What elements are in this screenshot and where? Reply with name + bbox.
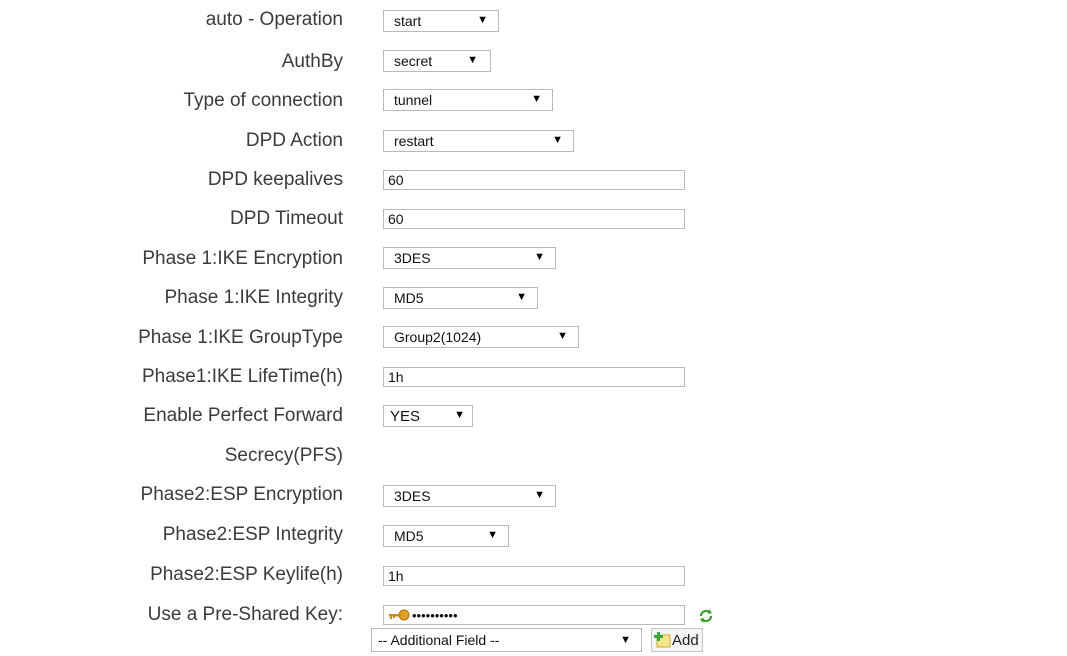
connection-type-value: tunnel (394, 92, 433, 108)
dpd-keepalives-label: DPD keepalives (207, 169, 343, 190)
p2-integrity-value: MD5 (394, 528, 424, 544)
chevron-down-icon: ▼ (516, 291, 527, 303)
dpd-action-select[interactable]: restart ▼ (383, 130, 574, 152)
p1-encryption-select[interactable]: 3DES ▼ (383, 247, 556, 269)
additional-field-select[interactable]: -- Additional Field -- ▼ (371, 628, 642, 652)
psk-input[interactable]: •••••••••• (383, 605, 685, 625)
p1-lifetime-label: Phase1:IKE LifeTime(h) (142, 366, 343, 387)
chevron-down-icon: ▼ (531, 93, 542, 105)
chevron-down-icon: ▼ (620, 634, 631, 646)
chevron-down-icon: ▼ (477, 14, 488, 26)
auto-operation-select[interactable]: start ▼ (383, 10, 499, 32)
auto-operation-value: start (394, 13, 422, 29)
pfs-value: YES (390, 407, 421, 425)
p2-encryption-select[interactable]: 3DES ▼ (383, 485, 556, 507)
p1-grouptype-select[interactable]: Group2(1024) ▼ (383, 326, 579, 348)
p1-grouptype-value: Group2(1024) (394, 329, 482, 345)
add-button-label: Add (672, 631, 699, 649)
p1-integrity-value: MD5 (394, 290, 424, 306)
p2-encryption-label: Phase2:ESP Encryption (140, 484, 343, 505)
pfs-label-line1: Enable Perfect Forward (143, 405, 343, 426)
dpd-timeout-label: DPD Timeout (230, 208, 343, 229)
dpd-timeout-input[interactable]: 60 (383, 209, 685, 229)
chevron-down-icon: ▼ (454, 409, 465, 421)
p2-keylife-input[interactable]: 1h (383, 566, 685, 586)
dpd-keepalives-input[interactable]: 60 (383, 170, 685, 190)
refresh-icon[interactable] (697, 607, 715, 625)
auth-by-select[interactable]: secret ▼ (383, 50, 491, 72)
dpd-action-value: restart (394, 133, 434, 149)
p1-grouptype-label: Phase 1:IKE GroupType (138, 327, 343, 348)
auth-by-value: secret (394, 53, 433, 69)
chevron-down-icon: ▼ (557, 330, 568, 342)
auto-operation-label: auto - Operation (205, 9, 343, 30)
key-icon (389, 609, 410, 621)
chevron-down-icon: ▼ (467, 54, 478, 66)
psk-value: •••••••••• (412, 607, 458, 623)
connection-type-select[interactable]: tunnel ▼ (383, 89, 553, 111)
pfs-select[interactable]: YES ▼ (383, 405, 473, 427)
p1-lifetime-input[interactable]: 1h (383, 367, 685, 387)
add-button[interactable]: Add (651, 628, 703, 652)
p1-encryption-value: 3DES (394, 250, 431, 266)
additional-field-value: -- Additional Field -- (378, 632, 500, 648)
chevron-down-icon: ▼ (534, 489, 545, 501)
p2-keylife-label: Phase2:ESP Keylife(h) (150, 564, 343, 585)
add-icon (654, 632, 671, 648)
chevron-down-icon: ▼ (552, 134, 563, 146)
dpd-action-label: DPD Action (245, 130, 343, 151)
pfs-label-line2: Secrecy(PFS) (224, 445, 343, 466)
chevron-down-icon: ▼ (487, 529, 498, 541)
p1-encryption-label: Phase 1:IKE Encryption (142, 248, 343, 269)
auth-by-label: AuthBy (281, 51, 343, 72)
p1-integrity-select[interactable]: MD5 ▼ (383, 287, 538, 309)
p1-integrity-label: Phase 1:IKE Integrity (164, 287, 344, 308)
chevron-down-icon: ▼ (534, 251, 545, 263)
p2-integrity-select[interactable]: MD5 ▼ (383, 525, 509, 547)
psk-label: Use a Pre-Shared Key: (147, 604, 343, 625)
p2-integrity-label: Phase2:ESP Integrity (162, 524, 343, 545)
connection-type-label: Type of connection (183, 90, 344, 111)
p2-encryption-value: 3DES (394, 488, 431, 504)
